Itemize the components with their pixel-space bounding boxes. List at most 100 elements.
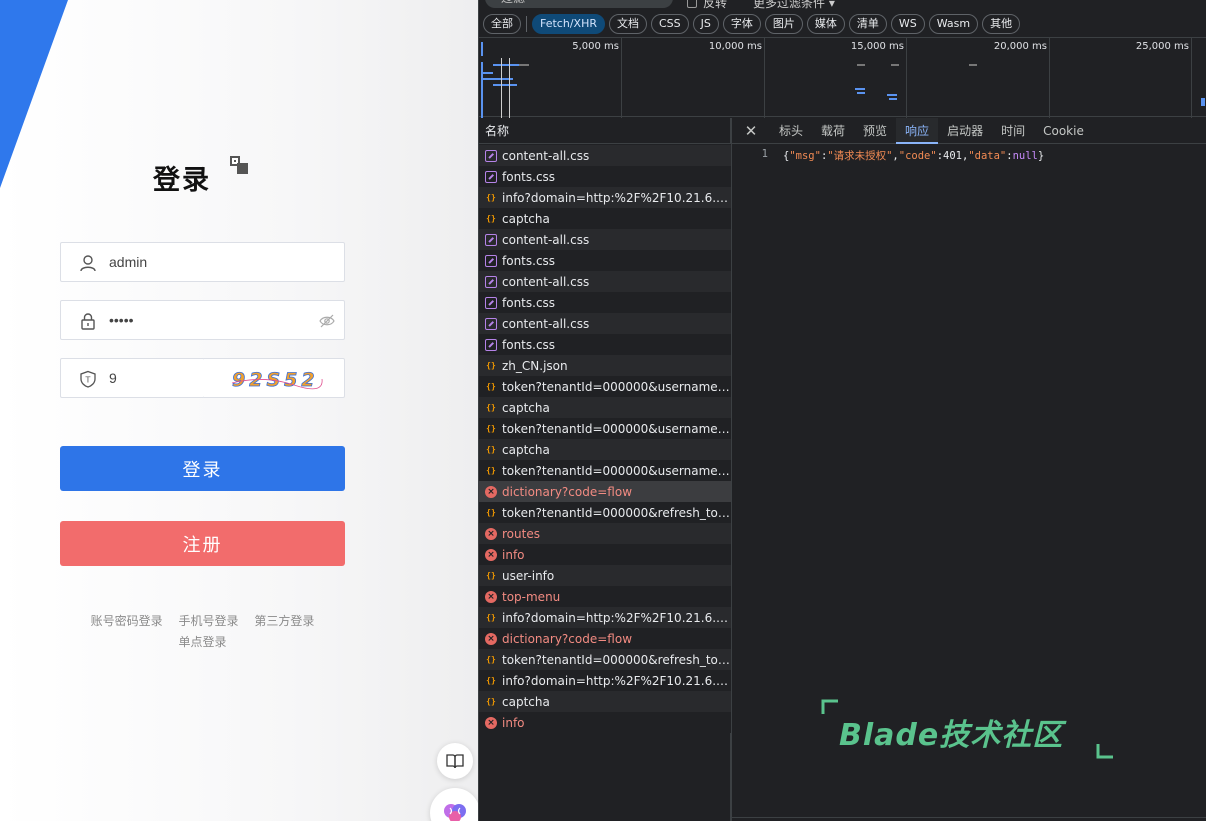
request-row[interactable]: content-all.css [479, 229, 731, 250]
password-value: ••••• [109, 312, 134, 328]
chip-font[interactable]: 字体 [722, 14, 761, 34]
request-name: token?tenantId=000000&refresh_tok... [502, 505, 730, 520]
name-column-header[interactable]: 名称 [479, 118, 731, 144]
request-row[interactable]: {} info?domain=http:%2F%2F10.21.6.16... [479, 670, 731, 691]
request-row[interactable]: {} info?domain=http:%2F%2F10.21.6.16... [479, 607, 731, 628]
username-field[interactable]: admin [60, 242, 345, 282]
register-button[interactable]: 注册 [60, 521, 345, 566]
request-row[interactable]: fonts.css [479, 166, 731, 187]
request-name: token?tenantId=000000&username=... [502, 463, 730, 478]
response-json: {"msg":"请求未授权","code":401,"data":null} [783, 150, 1045, 162]
captcha-value: 9 [109, 370, 117, 386]
request-row[interactable]: fonts.css [479, 250, 731, 271]
error-icon: × [485, 632, 497, 645]
network-timeline-overview[interactable]: 5,000 ms 10,000 ms 15,000 ms 20,000 ms 2… [479, 37, 1206, 118]
stylesheet-icon [485, 317, 497, 330]
chip-all[interactable]: 全部 [483, 14, 521, 34]
chip-ws[interactable]: WS [890, 14, 925, 34]
tab-payload[interactable]: 载荷 [812, 118, 854, 144]
chip-wasm[interactable]: Wasm [928, 14, 979, 34]
filter-input[interactable]: 过滤 [485, 0, 673, 8]
request-row[interactable]: × top-menu [479, 586, 731, 607]
request-row[interactable]: × routes [479, 523, 731, 544]
request-row[interactable]: {} user-info [479, 565, 731, 586]
request-row[interactable]: {} token?tenantId=000000&refresh_tok... [479, 649, 731, 670]
chip-doc[interactable]: 文档 [608, 14, 647, 34]
svg-text:92S52: 92S52 [232, 369, 319, 391]
account-login-link[interactable]: 账号密码登录 [91, 614, 163, 628]
request-row[interactable]: × info [479, 544, 731, 565]
request-row[interactable]: {} token?tenantId=000000&username=... [479, 418, 731, 439]
request-row[interactable]: content-all.css [479, 145, 731, 166]
request-row[interactable]: {} token?tenantId=000000&refresh_tok... [479, 502, 731, 523]
captcha-field[interactable]: T 9 [60, 358, 205, 398]
docs-float-button[interactable] [437, 743, 473, 779]
brain-icon [444, 804, 466, 821]
close-detail-icon[interactable]: ✕ [732, 122, 770, 140]
tab-initiator[interactable]: 启动器 [938, 118, 992, 144]
request-row[interactable]: {} captcha [479, 439, 731, 460]
lock-icon [81, 313, 95, 330]
request-row[interactable]: {} token?tenantId=000000&username=... [479, 460, 731, 481]
login-button[interactable]: 登录 [60, 446, 345, 491]
request-row[interactable]: {} captcha [479, 691, 731, 712]
request-row[interactable]: {} captcha [479, 208, 731, 229]
sso-login-link[interactable]: 单点登录 [178, 635, 226, 649]
request-row[interactable]: fonts.css [479, 292, 731, 313]
password-field[interactable]: ••••• [60, 300, 345, 340]
request-name: token?tenantId=000000&refresh_tok... [502, 652, 730, 667]
timeline-mark [969, 64, 977, 66]
eye-slash-icon[interactable] [319, 313, 335, 329]
request-row[interactable]: {} captcha [479, 397, 731, 418]
login-mode-toggle-icon[interactable] [229, 155, 249, 175]
third-party-login-link[interactable]: 第三方登录 [254, 614, 314, 628]
tab-preview[interactable]: 预览 [854, 118, 896, 144]
tab-headers[interactable]: 标头 [770, 118, 812, 144]
fetch-icon: {} [486, 507, 496, 517]
chip-media[interactable]: 媒体 [806, 14, 845, 34]
line-number: 1 [761, 148, 768, 160]
timeline-cursor-line [501, 58, 502, 118]
chip-other[interactable]: 其他 [982, 14, 1021, 34]
chip-manifest[interactable]: 清单 [848, 14, 887, 34]
error-icon: × [485, 716, 497, 729]
phone-login-link[interactable]: 手机号登录 [178, 614, 238, 628]
tab-timing[interactable]: 时间 [992, 118, 1034, 144]
captcha-image[interactable]: 92S52 [204, 358, 345, 398]
more-filters-dropdown[interactable]: 更多过滤条件 ▾ [753, 0, 835, 10]
invert-checkbox[interactable]: 反转 [687, 0, 727, 10]
timeline-tick-label: 25,000 ms [1135, 41, 1189, 52]
request-row[interactable]: {} info?domain=http:%2F%2F10.21.6.16... [479, 187, 731, 208]
tab-cookies[interactable]: Cookie [1034, 118, 1093, 144]
request-row[interactable]: × dictionary?code=flow [479, 628, 731, 649]
request-row[interactable]: × info [479, 712, 731, 733]
request-row[interactable]: content-all.css [479, 271, 731, 292]
request-row[interactable]: {} token?tenantId=000000&username=... [479, 376, 731, 397]
stylesheet-icon [485, 149, 497, 162]
request-row[interactable]: fonts.css [479, 334, 731, 355]
chip-css[interactable]: CSS [650, 14, 689, 34]
shield-icon: T [80, 370, 96, 388]
chip-fetch-xhr[interactable]: Fetch/XHR [532, 14, 605, 34]
request-name: info?domain=http:%2F%2F10.21.6.16... [502, 673, 730, 688]
ai-assistant-button[interactable] [430, 788, 478, 821]
stylesheet-icon [485, 275, 497, 288]
login-title: 登录 [153, 165, 211, 196]
captcha-text: 92S52 [232, 369, 323, 391]
request-detail-tabs: ✕ 标头 载荷 预览 响应 启动器 时间 Cookie [732, 117, 1206, 144]
timeline-mark [891, 64, 899, 66]
timeline-mark [857, 64, 865, 66]
request-row[interactable]: {} zh_CN.json [479, 355, 731, 376]
request-name: fonts.css [502, 253, 556, 268]
timeline-gridline [906, 38, 907, 118]
request-row[interactable]: × dictionary?code=flow [479, 481, 731, 502]
panel-divider[interactable] [731, 118, 732, 821]
timeline-mark [889, 98, 897, 100]
chip-js[interactable]: JS [692, 14, 719, 34]
request-row[interactable]: content-all.css [479, 313, 731, 334]
request-name: token?tenantId=000000&username=... [502, 379, 730, 394]
fetch-icon: {} [486, 465, 496, 475]
tab-response[interactable]: 响应 [896, 117, 939, 144]
timeline-mark [493, 64, 519, 66]
chip-img[interactable]: 图片 [764, 14, 803, 34]
